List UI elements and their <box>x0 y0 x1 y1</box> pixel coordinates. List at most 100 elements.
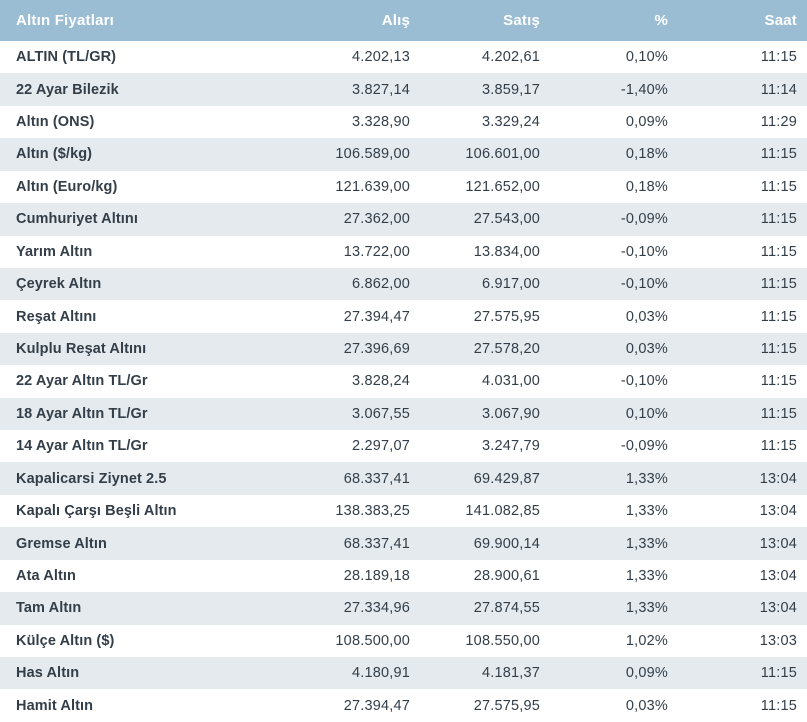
cell-time: 13:03 <box>759 632 797 649</box>
table-row[interactable]: Altın ($/kg) 106.589,00 106.601,00 0,18% 11:… <box>0 138 807 171</box>
cell-buy: 27.362,00 <box>343 211 410 228</box>
cell-percent: 1,33% <box>625 503 668 520</box>
table-row[interactable]: Has Altın 4.180,91 4.181,37 0,09% 11:15 <box>0 657 807 690</box>
cell-percent: 0,10% <box>625 405 668 422</box>
table-header-row: Altın Fiyatları Alış Satış % Saat <box>0 0 807 41</box>
table-row[interactable]: Çeyrek Altın 6.862,00 6.917,00 -0,10% 11:15 <box>0 267 807 301</box>
cell-name: Kapalı Çarşı Beşli Altın <box>16 503 177 520</box>
header-buy: Alış <box>296 0 410 41</box>
cell-percent: 0,03% <box>625 341 668 357</box>
cell-time: 11:29 <box>760 114 797 131</box>
table-row[interactable]: Gremse Altın 68.337,41 69.900,14 1,33% 13:04 <box>0 527 807 560</box>
header-sell: Satış <box>410 0 540 41</box>
gold-table-body: ALTIN (TL/GR) 4.202,13 4.202,61 0,10% 11:15 2… <box>0 41 807 722</box>
cell-buy: 108.500,00 <box>335 632 410 649</box>
cell-sell: 3.329,24 <box>481 114 540 131</box>
cell-buy: 13.722,00 <box>343 243 410 260</box>
cell-buy: 4.180,91 <box>351 665 410 682</box>
cell-percent: 0,03% <box>625 697 668 714</box>
cell-percent: 0,18% <box>625 178 668 195</box>
cell-percent: -0,09% <box>620 211 668 228</box>
cell-name: Ata Altın <box>16 567 76 584</box>
cell-sell: 121.652,00 <box>465 178 540 195</box>
table-row[interactable]: Tam Altın 27.334,96 27.874,55 1,33% 13:04 <box>0 592 807 625</box>
cell-name: Külçe Altın ($) <box>16 632 115 649</box>
table-row[interactable]: Altın (Euro/kg) 121.639,00 121.652,00 0,18%… <box>0 170 807 204</box>
cell-name: Hamit Altın <box>16 697 94 714</box>
cell-percent: -0,10% <box>620 276 668 293</box>
cell-time: 11:15 <box>760 341 797 357</box>
cell-time: 13:04 <box>759 600 797 617</box>
cell-buy: 106.589,00 <box>335 146 410 163</box>
table-row[interactable]: Cumhuriyet Altını 27.362,00 27.543,00 -0,09… <box>0 203 807 236</box>
cell-buy: 3.067,55 <box>351 405 410 422</box>
cell-name: Altın (ONS) <box>16 114 95 131</box>
cell-name: 22 Ayar Altın TL/Gr <box>16 373 148 390</box>
cell-buy: 2.297,07 <box>351 438 410 455</box>
cell-percent: 0,18% <box>625 146 668 163</box>
cell-percent: 0,10% <box>625 49 668 66</box>
cell-buy: 3.827,14 <box>351 81 410 98</box>
cell-sell: 27.543,00 <box>473 211 540 228</box>
table-row[interactable]: ALTIN (TL/GR) 4.202,13 4.202,61 0,10% 11:15 <box>0 41 807 74</box>
cell-buy: 27.394,47 <box>343 308 410 325</box>
table-row[interactable]: 22 Ayar Altın TL/Gr 3.828,24 4.031,00 -0,10… <box>0 365 807 398</box>
cell-time: 11:15 <box>760 697 797 714</box>
cell-name: Gremse Altın <box>16 535 107 552</box>
cell-name: 18 Ayar Altın TL/Gr <box>16 405 148 422</box>
cell-sell: 4.031,00 <box>481 373 540 390</box>
table-row[interactable]: Kapalı Çarşı Beşli Altın 138.383,25 141.08… <box>0 494 807 528</box>
table-row[interactable]: Kulplu Reşat Altını 27.396,69 27.578,20 0,0… <box>0 332 807 366</box>
cell-time: 11:15 <box>760 438 797 455</box>
header-time: Saat <box>668 0 807 41</box>
cell-buy: 3.828,24 <box>351 373 410 390</box>
table-row[interactable]: Altın (ONS) 3.328,90 3.329,24 0,09% 11:29 <box>0 105 807 139</box>
header-title: Altın Fiyatları <box>0 0 296 41</box>
table-row[interactable]: 14 Ayar Altın TL/Gr 2.297,07 3.247,79 -0,09… <box>0 430 807 463</box>
cell-percent: 0,09% <box>625 114 668 131</box>
cell-sell: 27.575,95 <box>473 697 540 714</box>
cell-buy: 27.334,96 <box>343 600 410 617</box>
cell-percent: -0,10% <box>620 373 668 390</box>
cell-sell: 141.082,85 <box>465 503 540 520</box>
cell-name: Reşat Altını <box>16 308 97 325</box>
table-row[interactable]: Yarım Altın 13.722,00 13.834,00 -0,10% 11:15 <box>0 235 807 268</box>
gold-prices-panel: Altın Fiyatları Alış Satış % Saat ALTIN … <box>0 0 807 722</box>
cell-buy: 138.383,25 <box>335 503 410 520</box>
cell-time: 11:15 <box>760 178 797 195</box>
cell-percent: -1,40% <box>620 81 668 98</box>
table-row[interactable]: Kapalicarsi Ziynet 2.5 68.337,41 69.429,87… <box>0 462 807 495</box>
cell-name: Tam Altın <box>16 600 82 617</box>
cell-buy: 27.396,69 <box>343 341 410 357</box>
table-row[interactable]: 18 Ayar Altın TL/Gr 3.067,55 3.067,90 0,10%… <box>0 397 807 431</box>
cell-sell: 108.550,00 <box>465 632 540 649</box>
table-row[interactable]: Külçe Altın ($) 108.500,00 108.550,00 1,02%… <box>0 624 807 658</box>
cell-time: 11:15 <box>760 49 797 66</box>
cell-buy: 3.328,90 <box>351 114 410 131</box>
cell-name: ALTIN (TL/GR) <box>16 49 117 66</box>
cell-sell: 6.917,00 <box>481 276 540 293</box>
table-row[interactable]: Reşat Altını 27.394,47 27.575,95 0,03% 11:15 <box>0 300 807 333</box>
cell-name: Cumhuriyet Altını <box>16 211 138 228</box>
cell-time: 11:15 <box>760 243 797 260</box>
cell-time: 11:14 <box>760 81 797 98</box>
cell-time: 11:15 <box>760 276 797 293</box>
cell-percent: 1,33% <box>625 600 668 617</box>
cell-name: Kulplu Reşat Altını <box>16 341 147 357</box>
table-row[interactable]: 22 Ayar Bilezik 3.827,14 3.859,17 -1,40% 11:… <box>0 73 807 106</box>
cell-name: 22 Ayar Bilezik <box>16 81 119 98</box>
cell-buy: 68.337,41 <box>343 470 410 487</box>
cell-percent: 1,33% <box>625 535 668 552</box>
table-row[interactable]: Ata Altın 28.189,18 28.900,61 1,33% 13:04 <box>0 559 807 593</box>
cell-sell: 69.429,87 <box>473 470 540 487</box>
cell-sell: 3.859,17 <box>481 81 540 98</box>
cell-percent: 1,02% <box>625 632 668 649</box>
cell-buy: 121.639,00 <box>335 178 410 195</box>
cell-name: Yarım Altın <box>16 243 93 260</box>
cell-time: 13:04 <box>759 567 797 584</box>
cell-buy: 6.862,00 <box>351 276 410 293</box>
cell-time: 11:15 <box>760 146 797 163</box>
table-row[interactable]: Hamit Altın 27.394,47 27.575,95 0,03% 11:15 <box>0 689 807 722</box>
cell-sell: 69.900,14 <box>473 535 540 552</box>
cell-buy: 4.202,13 <box>351 49 410 66</box>
